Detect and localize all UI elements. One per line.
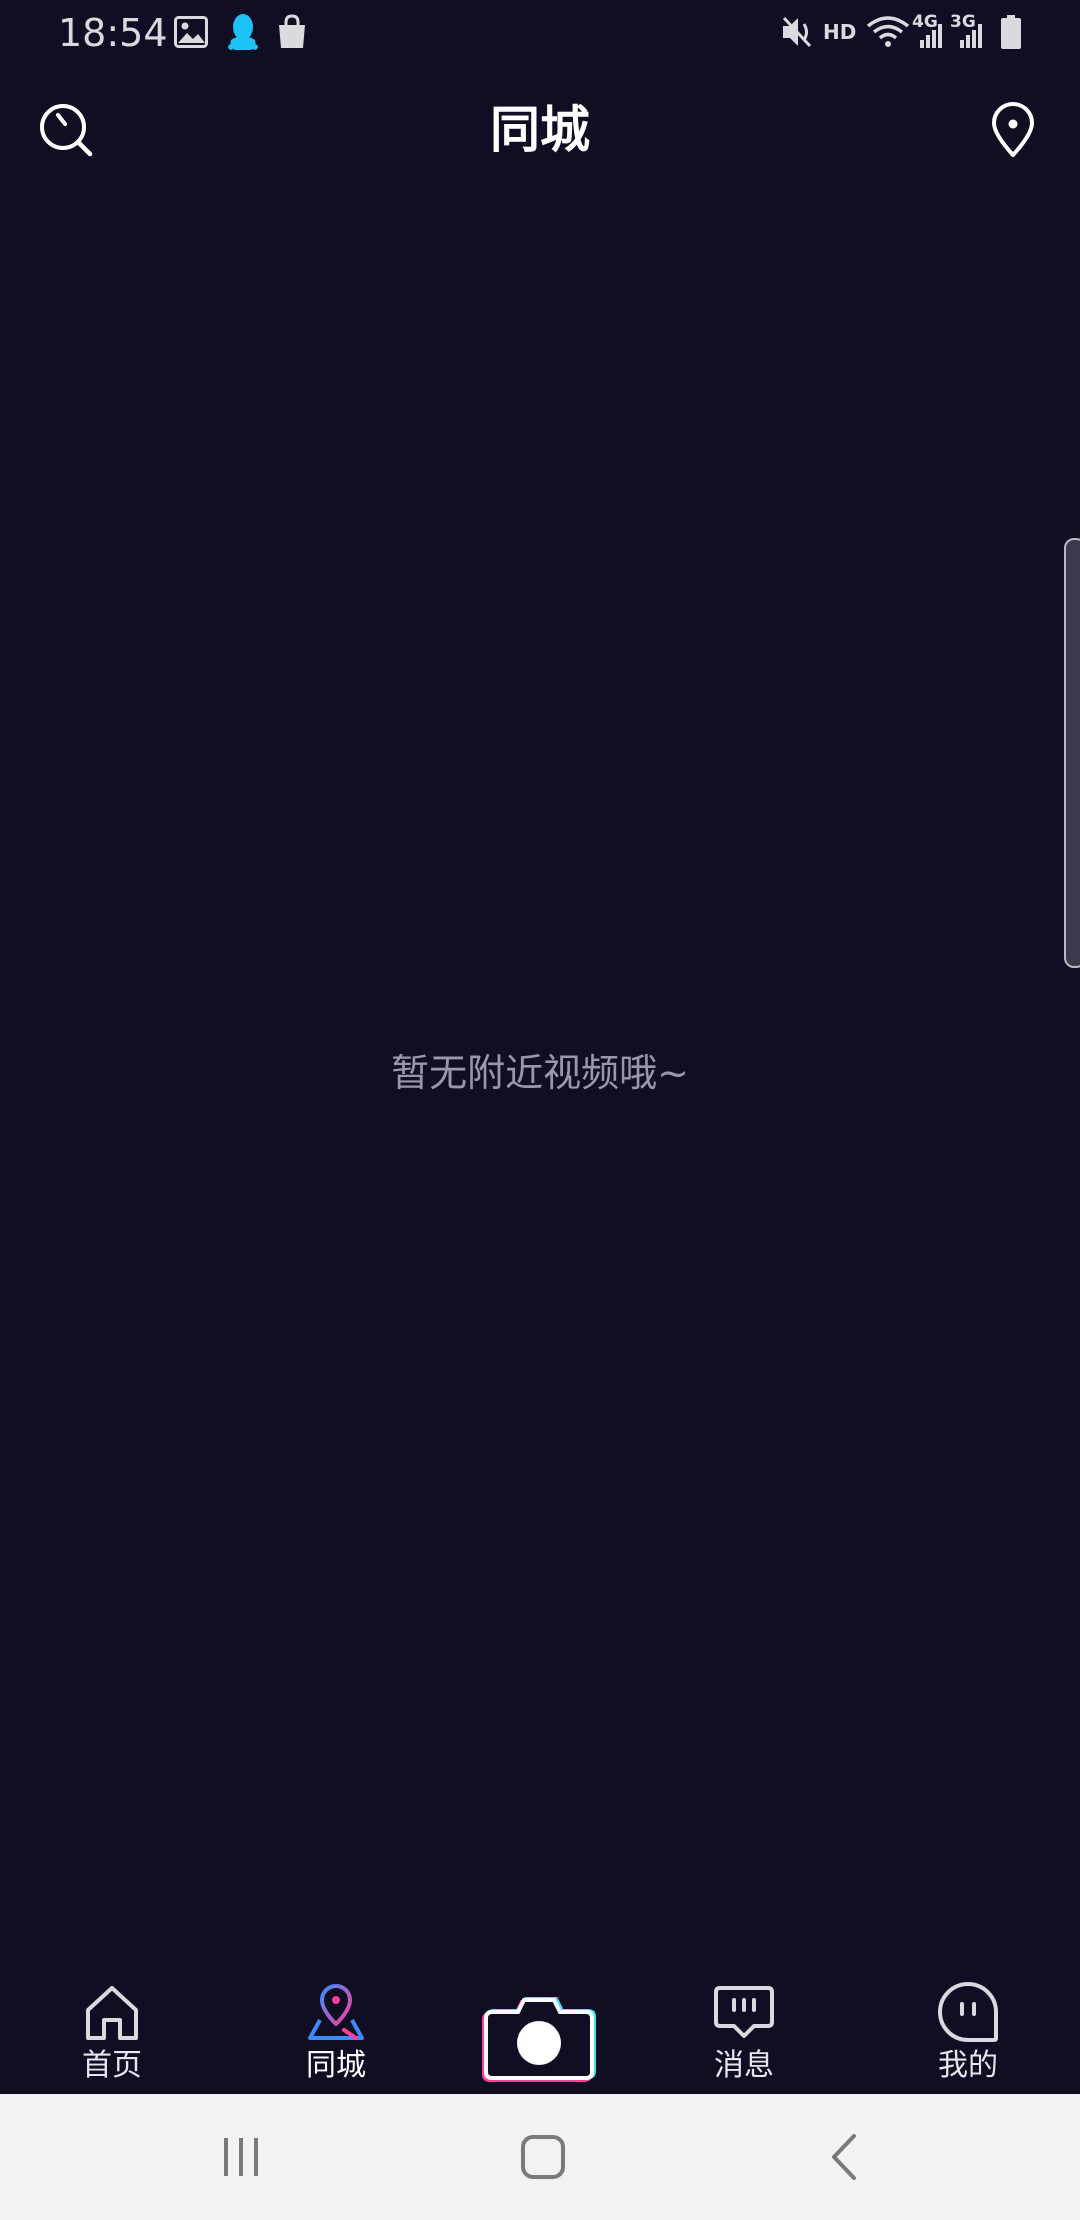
location-pin-icon[interactable] — [990, 102, 1036, 158]
header: 同城 — [0, 80, 1080, 180]
shopping-bag-icon — [279, 14, 305, 48]
wifi-icon — [866, 16, 910, 47]
nearby-map-pin-icon — [308, 1984, 364, 2040]
tab-home[interactable]: 首页 — [42, 1960, 182, 2092]
camera-button[interactable] — [482, 1988, 596, 2084]
signal-icon — [920, 24, 942, 48]
status-time: 18:54 — [58, 11, 168, 55]
back-icon[interactable] — [810, 2124, 880, 2190]
home-icon — [86, 1986, 138, 2040]
tab-messages-label: 消息 — [714, 2048, 774, 2083]
qq-penguin-icon — [228, 14, 258, 50]
page-title: 同城 — [490, 101, 590, 159]
home-button-icon[interactable] — [508, 2124, 578, 2190]
empty-state-message: 暂无附近视频哦~ — [391, 1051, 689, 1095]
tab-profile-label: 我的 — [938, 2048, 998, 2083]
signal-icon — [960, 24, 982, 48]
status-bar: 18:54 HD 4G 3G — [0, 0, 1080, 66]
tab-home-label: 首页 — [82, 2048, 142, 2083]
recent-apps-icon[interactable] — [206, 2124, 276, 2190]
battery-icon — [1001, 15, 1021, 49]
profile-face-icon — [938, 1982, 998, 2042]
tab-nearby[interactable]: 同城 — [266, 1960, 406, 2092]
edge-panel-handle[interactable] — [1064, 538, 1080, 968]
mute-icon — [782, 16, 812, 48]
tab-messages[interactable]: 消息 — [674, 1960, 814, 2092]
hd-indicator: HD — [823, 20, 857, 44]
tab-nearby-label: 同城 — [306, 2048, 366, 2083]
screen: 18:54 HD 4G 3G 同城 暂无附近视频哦~ 首页 同城 消息 我的 — [0, 0, 1080, 2220]
bottom-tab-bar: 首页 同城 消息 我的 — [0, 1960, 1080, 2092]
system-nav-bar — [0, 2094, 1080, 2220]
message-bubble-icon — [714, 1986, 774, 2038]
image-icon — [174, 16, 208, 48]
tab-profile[interactable]: 我的 — [898, 1960, 1038, 2092]
